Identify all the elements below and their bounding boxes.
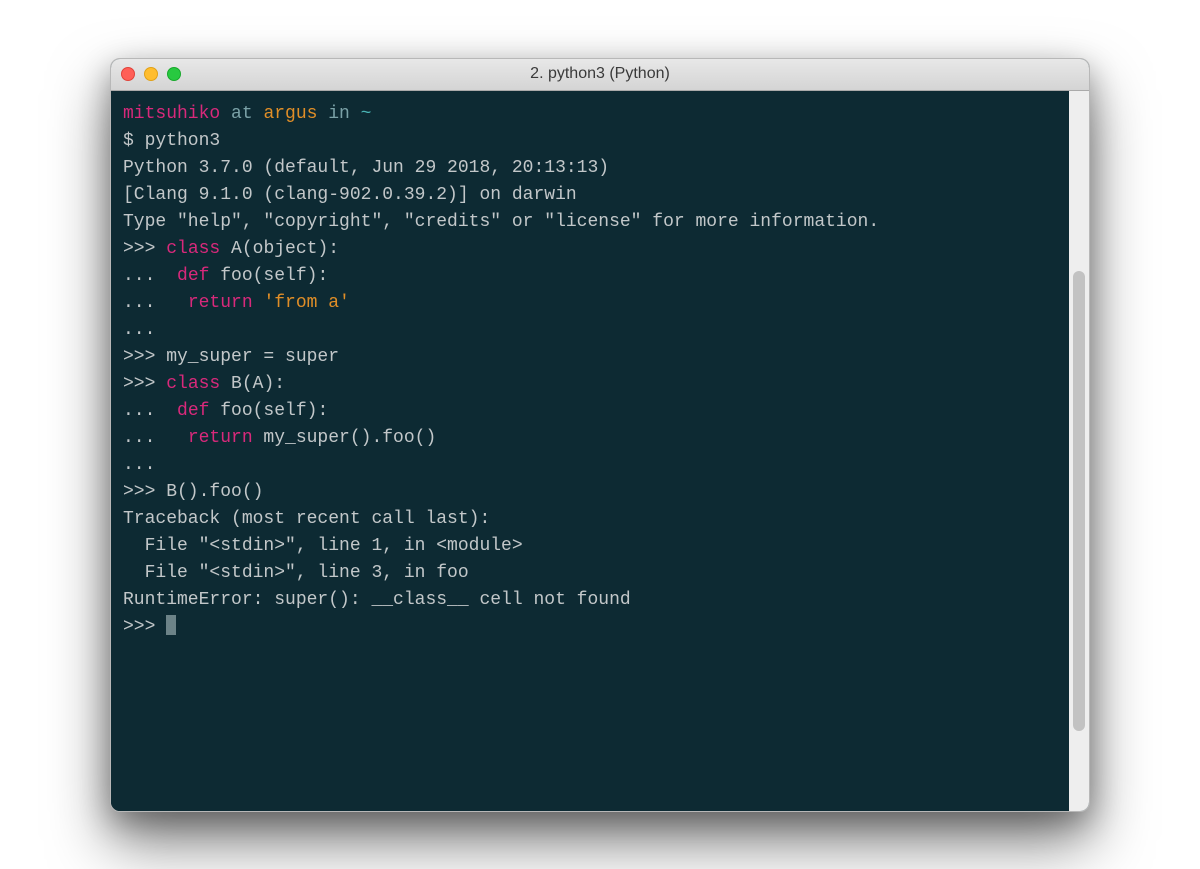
shell-command: $ python3 [123, 131, 220, 151]
scrollbar-track[interactable] [1069, 91, 1089, 811]
prompt-path: ~ [361, 104, 372, 124]
keyword-def: def [177, 266, 209, 286]
python-banner-line: Python 3.7.0 (default, Jun 29 2018, 20:1… [123, 158, 609, 178]
python-banner-line: [Clang 9.1.0 (clang-902.0.39.2)] on darw… [123, 185, 577, 205]
code-text: foo(self): [209, 266, 328, 286]
cursor-icon [166, 615, 176, 635]
zoom-icon[interactable] [167, 67, 181, 81]
terminal-body[interactable]: mitsuhiko at argus in ~ $ python3 Python… [111, 91, 1069, 811]
repl-line: >>> my_super = super [123, 347, 339, 367]
repl-prompt: >>> [123, 617, 166, 637]
prompt-user: mitsuhiko [123, 104, 220, 124]
code-text: B(A): [220, 374, 285, 394]
keyword-return: return [188, 293, 253, 313]
keyword-class: class [166, 239, 220, 259]
window-title: 2. python3 (Python) [111, 65, 1089, 83]
repl-continuation: ... [123, 401, 177, 421]
traceback-line: Traceback (most recent call last): [123, 509, 490, 529]
repl-line: >>> B().foo() [123, 482, 263, 502]
code-text: A(object): [220, 239, 339, 259]
repl-continuation: ... [123, 320, 155, 340]
terminal-scroll-container: mitsuhiko at argus in ~ $ python3 Python… [111, 91, 1089, 811]
scrollbar-thumb[interactable] [1073, 271, 1085, 731]
prompt-at: at [220, 104, 263, 124]
repl-continuation: ... [123, 428, 188, 448]
string-literal: 'from a' [263, 293, 349, 313]
repl-continuation: ... [123, 455, 155, 475]
close-icon[interactable] [121, 67, 135, 81]
code-text: my_super().foo() [253, 428, 437, 448]
repl-prompt: >>> [123, 239, 166, 259]
traceback-line: File "<stdin>", line 3, in foo [123, 563, 469, 583]
code-text [253, 293, 264, 313]
keyword-def: def [177, 401, 209, 421]
traffic-lights [121, 67, 181, 81]
prompt-host: argus [263, 104, 317, 124]
keyword-class: class [166, 374, 220, 394]
traceback-line: File "<stdin>", line 1, in <module> [123, 536, 523, 556]
prompt-in: in [317, 104, 360, 124]
repl-continuation: ... [123, 293, 188, 313]
traceback-line: RuntimeError: super(): __class__ cell no… [123, 590, 631, 610]
minimize-icon[interactable] [144, 67, 158, 81]
python-banner-line: Type "help", "copyright", "credits" or "… [123, 212, 879, 232]
code-text: foo(self): [209, 401, 328, 421]
repl-continuation: ... [123, 266, 177, 286]
window-titlebar[interactable]: 2. python3 (Python) [111, 59, 1089, 91]
terminal-window: 2. python3 (Python) mitsuhiko at argus i… [110, 58, 1090, 812]
repl-prompt: >>> [123, 374, 166, 394]
keyword-return: return [188, 428, 253, 448]
